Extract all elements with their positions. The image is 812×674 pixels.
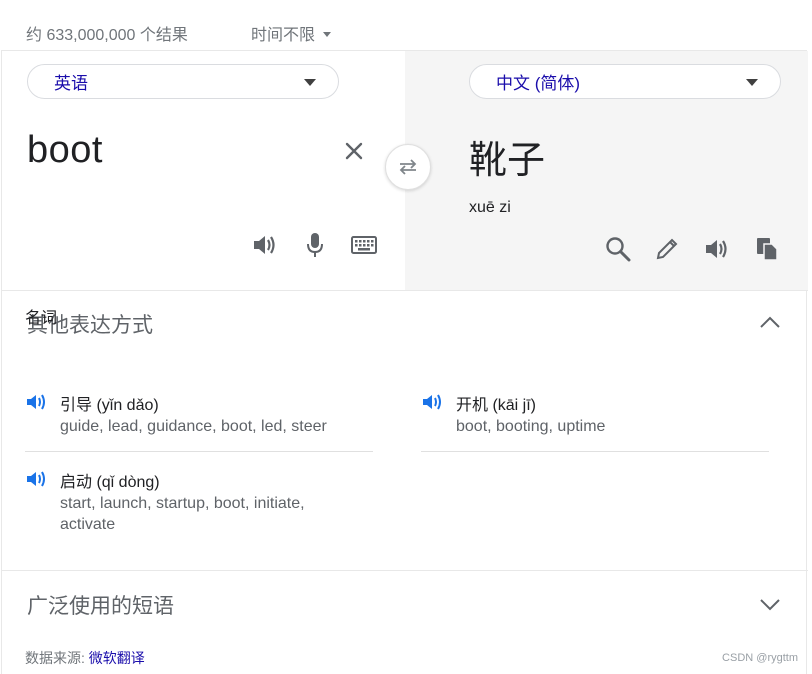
entry-term[interactable]: 开机 (kāi jī) — [456, 391, 536, 415]
part-of-speech-label: 名词 — [25, 310, 58, 327]
caret-down-icon — [323, 31, 332, 37]
search-toolbar: 约 633,000,000 个结果 时间不限 — [0, 0, 812, 50]
entry-synonyms: boot, booting, uptime — [456, 418, 606, 435]
divider — [2, 570, 808, 571]
microphone-icon[interactable] — [300, 230, 330, 260]
target-language-label: 中文 (简体) — [496, 74, 581, 93]
source-text[interactable]: boot — [27, 129, 103, 172]
data-source-label: 数据来源: — [25, 650, 85, 666]
source-pane: 英语 boot — [2, 51, 405, 290]
pinyin-text: xuē zi — [469, 199, 511, 216]
source-speaker-icon[interactable] — [250, 230, 280, 260]
target-language-select[interactable]: 中文 (简体) — [469, 64, 781, 99]
result-count: 约 633,000,000 个结果 — [26, 27, 188, 44]
chevron-down-icon[interactable] — [758, 592, 782, 616]
chevron-up-icon[interactable] — [758, 311, 782, 335]
divider — [2, 290, 808, 291]
entry-divider — [25, 451, 373, 452]
source-language-select[interactable]: 英语 — [27, 64, 339, 99]
time-filter-label: 时间不限 — [251, 27, 316, 44]
copy-icon[interactable] — [752, 234, 782, 264]
speaker-icon[interactable] — [421, 391, 443, 413]
translation-entry: 开机 (kāi jī) boot, booting, uptime — [421, 391, 771, 441]
time-filter-dropdown[interactable]: 时间不限 — [251, 21, 332, 45]
entry-term[interactable]: 引导 (yǐn dǎo) — [60, 391, 159, 415]
target-pane: 中文 (简体) 靴子 xuē zi — [405, 51, 808, 290]
entry-synonyms: guide, lead, guidance, boot, led, steer — [60, 418, 327, 435]
translate-card: 英语 boot 中文 (简体) 靴子 xuē zi 其他表达方式 广泛使用的短语 — [1, 50, 808, 674]
translated-text: 靴子 — [469, 140, 546, 182]
speaker-icon[interactable] — [25, 468, 47, 490]
edit-pencil-icon[interactable] — [652, 234, 682, 264]
data-source: 数据来源: 微软翻译 — [25, 648, 145, 668]
watermark: CSDN @rygttm — [722, 652, 798, 664]
entry-term[interactable]: 启动 (qǐ dòng) — [60, 468, 160, 492]
speaker-icon[interactable] — [25, 391, 47, 413]
search-icon[interactable] — [603, 234, 633, 264]
source-language-label: 英语 — [54, 74, 88, 93]
target-speaker-icon[interactable] — [702, 234, 732, 264]
translation-entry: 引导 (yǐn dǎo) guide, lead, guidance, boot… — [25, 391, 375, 441]
swap-languages-button[interactable] — [385, 144, 431, 190]
entry-divider — [421, 451, 769, 452]
swap-arrows-icon — [399, 159, 417, 175]
keyboard-icon[interactable] — [349, 230, 379, 260]
translation-entry: 启动 (qǐ dòng) start, launch, startup, boo… — [25, 468, 375, 538]
clear-icon[interactable] — [342, 139, 366, 163]
dropdown-arrow-icon — [746, 79, 758, 86]
common-phrases-title[interactable]: 广泛使用的短语 — [27, 590, 174, 620]
data-source-link[interactable]: 微软翻译 — [89, 650, 145, 666]
entry-synonyms: start, launch, startup, boot, initiate, … — [60, 495, 305, 533]
dropdown-arrow-icon — [304, 79, 316, 86]
